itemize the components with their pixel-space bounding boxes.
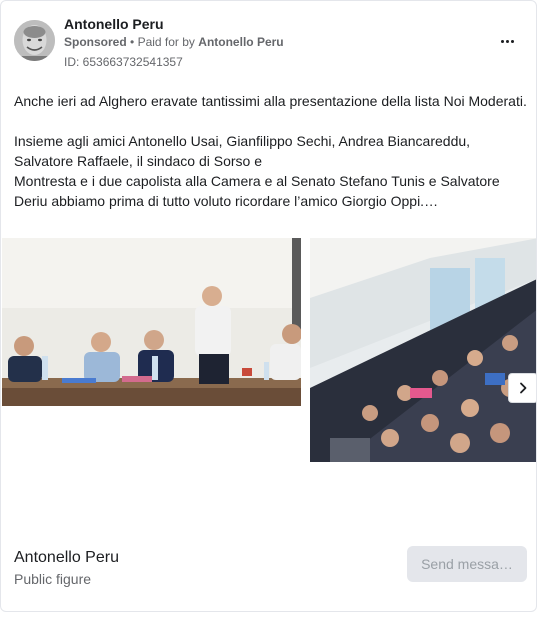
more-options-button[interactable] <box>495 31 519 51</box>
page-name[interactable]: Antonello Peru <box>64 16 164 32</box>
sponsored-label: Sponsored <box>64 35 127 49</box>
footer-page-name[interactable]: Antonello Peru <box>14 549 119 567</box>
send-message-button[interactable]: Send messa… <box>407 546 527 582</box>
ad-card: Antonello Peru Sponsored • Paid for by A… <box>0 0 537 612</box>
carousel-next-button[interactable] <box>508 373 536 403</box>
avatar[interactable] <box>14 20 55 61</box>
paid-for-prefix: Paid for by <box>137 35 195 49</box>
separator: • <box>130 35 135 49</box>
post-text-paragraph-3: Montresta e i due capolista alla Camera … <box>14 173 500 209</box>
post-text-paragraph-2: Insieme agli amici Antonello Usai, Gianf… <box>14 133 471 169</box>
carousel-image-1[interactable] <box>2 238 301 406</box>
post-text: Anche ieri ad Alghero eravate tantissimi… <box>14 91 530 211</box>
more-horizontal-icon <box>500 39 515 43</box>
footer-page-category: Public figure <box>14 571 92 587</box>
post-text-paragraph-1: Anche ieri ad Alghero eravate tantissimi… <box>14 93 527 109</box>
chevron-right-icon <box>520 382 527 394</box>
ad-id: ID: 653663732541357 <box>64 55 183 69</box>
sponsored-line: Sponsored • Paid for by Antonello Peru <box>64 35 284 49</box>
paid-for-name: Antonello Peru <box>198 35 284 49</box>
carousel-image-2[interactable] <box>310 238 536 462</box>
